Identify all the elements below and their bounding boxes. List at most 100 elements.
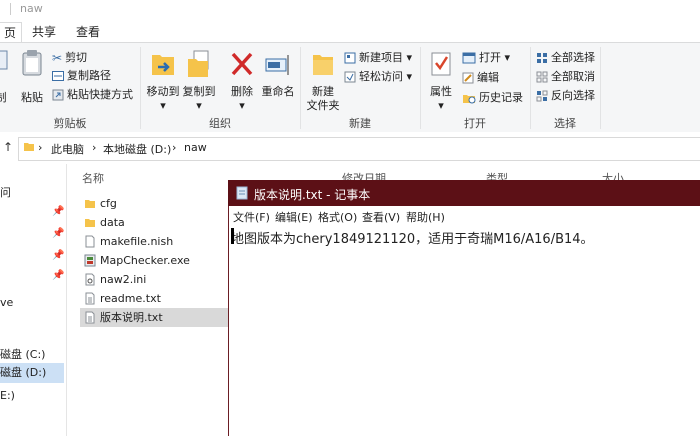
clipboard-icon (22, 50, 42, 76)
delete-button[interactable]: 删除 ▾ (228, 49, 256, 113)
notepad-menu-bar: 文件(F) 编辑(E) 格式(O) 查看(V) 帮助(H) (229, 206, 700, 226)
group-clipboard-label: 剪贴板 (53, 117, 87, 130)
ribbon: 制 粘贴 ✂ 剪切 复制路径 粘贴快捷方式 剪贴板 移动到 ▾ 复制到 ▾ 删除 … (0, 42, 700, 134)
properties-button[interactable]: 属性 ▾ (426, 49, 456, 113)
pin-icon: 📌 (52, 270, 65, 281)
folder-icon (24, 143, 34, 151)
file-row-selected[interactable]: 版本说明.txt (80, 308, 228, 327)
select-all-button[interactable]: 全部选择 (536, 49, 595, 67)
easy-access-button[interactable]: 轻松访问 ▾ (344, 68, 412, 86)
invert-selection-label: 反向选择 (551, 89, 595, 102)
file-name: data (100, 216, 125, 229)
file-row[interactable]: naw2.ini (80, 270, 228, 289)
rename-button[interactable]: 重命名 (260, 49, 296, 99)
edit-label: 编辑 (477, 71, 499, 84)
new-folder-label: 新建 文件夹 (306, 85, 340, 112)
pin-quick-access-button[interactable]: 制 (0, 49, 10, 105)
history-label: 历史记录 (479, 91, 523, 104)
ribbon-tabs: 页 共享 查看 (0, 18, 700, 43)
folder-icon (85, 200, 95, 208)
new-item-label: 新建项目 (359, 51, 403, 64)
exe-icon (84, 254, 96, 267)
menu-file[interactable]: 文件(F) (233, 209, 270, 225)
tab-share[interactable]: 共享 (24, 22, 64, 42)
pin-icon: 📌 (52, 250, 65, 261)
chevron-right-icon: › (92, 141, 97, 154)
column-name[interactable]: 名称 (82, 170, 104, 186)
select-all-icon (537, 53, 547, 63)
select-none-icon (536, 71, 548, 83)
file-name: readme.txt (100, 292, 161, 305)
copy-path-label: 复制路径 (67, 69, 111, 82)
nav-item-drive-c[interactable]: 磁盘 (C:) (0, 346, 45, 362)
new-item-button[interactable]: 新建项目 ▾ (344, 49, 412, 67)
file-row[interactable]: data (80, 213, 228, 232)
invert-selection-icon (536, 90, 548, 102)
new-item-icon (344, 52, 356, 64)
copy-path-icon (52, 71, 64, 81)
menu-help[interactable]: 帮助(H) (406, 209, 445, 225)
file-row[interactable]: readme.txt (80, 289, 228, 308)
breadcrumb-drive-d[interactable]: 本地磁盘 (D:) (103, 141, 171, 157)
tab-view[interactable]: 查看 (68, 22, 108, 42)
text-file-icon (85, 292, 95, 305)
delete-x-icon (231, 52, 253, 76)
scissors-icon: ✂ (52, 51, 63, 65)
move-to-icon (152, 55, 174, 75)
notepad-text-area[interactable]: 地图版本为chery1849121120，适用于奇瑞M16/A16/B14。 (231, 228, 594, 247)
notepad-title: 版本说明.txt - 记事本 (254, 188, 371, 202)
copy-path-button[interactable]: 复制路径 (52, 67, 111, 85)
menu-view[interactable]: 查看(V) (362, 209, 400, 225)
move-to-label: 移动到 ▾ (146, 85, 180, 112)
paste-shortcut-button[interactable]: 粘贴快捷方式 (52, 86, 133, 104)
easy-access-label: 轻松访问 (359, 70, 403, 83)
title-separator (10, 3, 11, 15)
breadcrumb-naw[interactable]: naw (184, 141, 207, 154)
chevron-right-icon: › (38, 141, 43, 154)
notepad-title-bar[interactable]: 版本说明.txt - 记事本 (228, 180, 700, 206)
paste-button[interactable]: 粘贴 (18, 49, 46, 105)
select-none-button[interactable]: 全部取消 (536, 68, 595, 86)
nav-item-onedrive[interactable]: ve (0, 296, 13, 309)
paste-shortcut-label: 粘贴快捷方式 (67, 88, 133, 101)
new-folder-button[interactable]: 新建 文件夹 (305, 49, 341, 113)
invert-selection-button[interactable]: 反向选择 (536, 87, 595, 105)
file-row[interactable]: MapChecker.exe (80, 251, 228, 270)
rename-label: 重命名 (261, 85, 295, 98)
file-row[interactable]: makefile.nish (80, 232, 228, 251)
pin-icon: 📌 (52, 206, 65, 217)
select-none-label: 全部取消 (551, 70, 595, 83)
history-button[interactable]: 历史记录 (462, 89, 523, 107)
file-name: 版本说明.txt (100, 311, 163, 324)
breadcrumb-this-pc[interactable]: 此电脑 (51, 141, 84, 157)
move-to-button[interactable]: 移动到 ▾ (146, 49, 180, 113)
properties-icon (431, 52, 451, 76)
window-title: naw (20, 2, 43, 15)
copy-to-label: 复制到 ▾ (182, 85, 216, 112)
open-icon (462, 52, 476, 64)
open-button[interactable]: 打开 ▾ (462, 49, 510, 67)
pin-label: 制 (0, 91, 7, 104)
rename-icon (265, 55, 289, 75)
nav-item-quick-access[interactable]: 问 (0, 184, 11, 200)
properties-label: 属性 ▾ (430, 85, 452, 112)
tab-home[interactable]: 页 (0, 22, 22, 43)
file-name: makefile.nish (100, 235, 174, 248)
file-row[interactable]: cfg (80, 194, 228, 213)
open-label: 打开 (479, 51, 501, 64)
explorer-title-bar: naw (0, 0, 700, 18)
cut-button[interactable]: ✂ 剪切 (52, 49, 87, 67)
file-name: cfg (100, 197, 117, 210)
notepad-icon (236, 186, 248, 200)
settings-file-icon (85, 273, 95, 286)
menu-edit[interactable]: 编辑(E) (275, 209, 313, 225)
up-arrow-icon[interactable]: ↑ (3, 140, 13, 154)
menu-format[interactable]: 格式(O) (318, 209, 357, 225)
nav-item-drive-e[interactable]: E:) (0, 389, 15, 402)
pin-icon (0, 50, 8, 70)
edit-button[interactable]: 编辑 (462, 69, 499, 87)
history-icon (463, 95, 476, 104)
easy-access-icon (344, 71, 356, 83)
copy-to-button[interactable]: 复制到 ▾ (182, 49, 216, 113)
nav-item-drive-d[interactable]: 磁盘 (D:) (0, 363, 64, 383)
